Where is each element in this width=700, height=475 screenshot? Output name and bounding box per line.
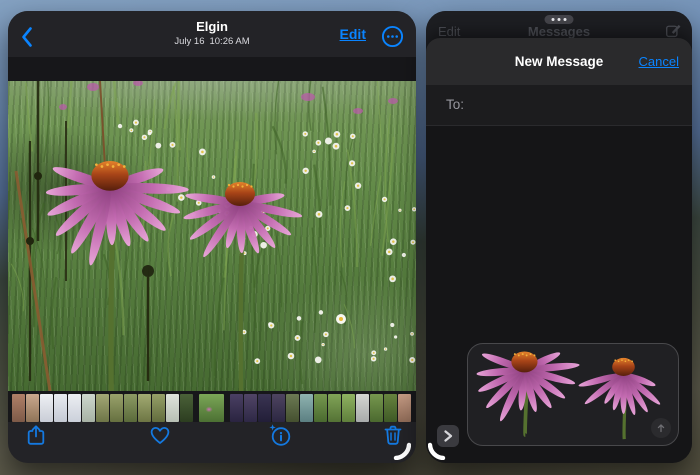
- delete-button[interactable]: [381, 423, 405, 447]
- share-button[interactable]: [24, 423, 48, 447]
- thumbnail[interactable]: [328, 394, 341, 422]
- photo-time: 10:26 AM: [209, 36, 250, 47]
- photo-date: July 16: [174, 36, 205, 47]
- edit-button[interactable]: Edit: [340, 26, 366, 42]
- info-sparkle-icon: [269, 424, 291, 446]
- cancel-button[interactable]: Cancel: [639, 54, 679, 69]
- sheet-header: New Message Cancel: [426, 38, 692, 85]
- messages-title: Messages: [527, 24, 591, 39]
- thumbnail[interactable]: [54, 394, 67, 422]
- messages-window: Edit Messages New Message Cancel To:: [426, 11, 692, 463]
- trash-icon: [384, 425, 402, 445]
- thumbnail[interactable]: [272, 394, 285, 422]
- photo-letterbox: [8, 57, 416, 394]
- photo-coneflowers-meadow[interactable]: [8, 81, 416, 391]
- compose-icon[interactable]: [665, 22, 682, 39]
- thumbnail[interactable]: [96, 394, 109, 422]
- new-message-sheet: New Message Cancel To:: [426, 38, 692, 463]
- photos-header: Elgin July 16 10:26 AM Edit: [8, 11, 416, 57]
- thumbnail[interactable]: [40, 394, 53, 422]
- drag-handle-dot: [551, 18, 555, 21]
- favorite-button[interactable]: [148, 423, 172, 447]
- thumbnail[interactable]: [356, 394, 369, 422]
- thumbnail[interactable]: [286, 394, 299, 422]
- coneflower-sticker: [476, 351, 661, 440]
- drag-handle-dot: [563, 18, 567, 21]
- thumbnail[interactable]: [138, 394, 151, 422]
- thumbnail[interactable]: [12, 394, 25, 422]
- thumbnail[interactable]: [68, 394, 81, 422]
- thumbnail[interactable]: [398, 394, 411, 422]
- thumbnail[interactable]: [342, 394, 355, 422]
- thumbnail[interactable]: [124, 394, 137, 422]
- thumbnail[interactable]: [384, 394, 397, 422]
- arrow-up-icon: [657, 424, 665, 433]
- share-icon: [27, 425, 45, 445]
- thumbnail[interactable]: [230, 394, 243, 422]
- thumbnail[interactable]: [152, 394, 165, 422]
- thumbnail[interactable]: [82, 394, 95, 422]
- thumbnail[interactable]: [244, 394, 257, 422]
- imessage-apps-button[interactable]: [437, 425, 459, 447]
- thumbnail[interactable]: [166, 394, 179, 422]
- heart-icon: [150, 427, 170, 444]
- thumbnail[interactable]: [300, 394, 313, 422]
- thumbnail[interactable]: [26, 394, 39, 422]
- meadow-illustration: [10, 81, 416, 391]
- drag-handle-dot: [557, 18, 561, 21]
- recipient-field[interactable]: To:: [426, 85, 692, 126]
- more-button[interactable]: [381, 25, 404, 48]
- ellipsis-circle-icon: [381, 25, 404, 48]
- send-button[interactable]: [651, 418, 671, 438]
- message-attachment-bubble[interactable]: [467, 343, 679, 446]
- thumbnail[interactable]: [110, 394, 123, 422]
- thumbnail-filmstrip[interactable]: [8, 394, 416, 422]
- to-label: To:: [446, 97, 465, 112]
- window-drag-handle[interactable]: [544, 15, 574, 24]
- thumbnail[interactable]: [314, 394, 327, 422]
- thumbnail[interactable]: [370, 394, 383, 422]
- chevron-right-icon: [444, 430, 453, 442]
- photos-window: Elgin July 16 10:26 AM Edit: [8, 11, 416, 463]
- thumbnail[interactable]: [180, 394, 193, 422]
- thumbnail[interactable]: [258, 394, 271, 422]
- adjust-info-button[interactable]: [268, 423, 292, 447]
- thumbnail-selected[interactable]: [199, 394, 224, 422]
